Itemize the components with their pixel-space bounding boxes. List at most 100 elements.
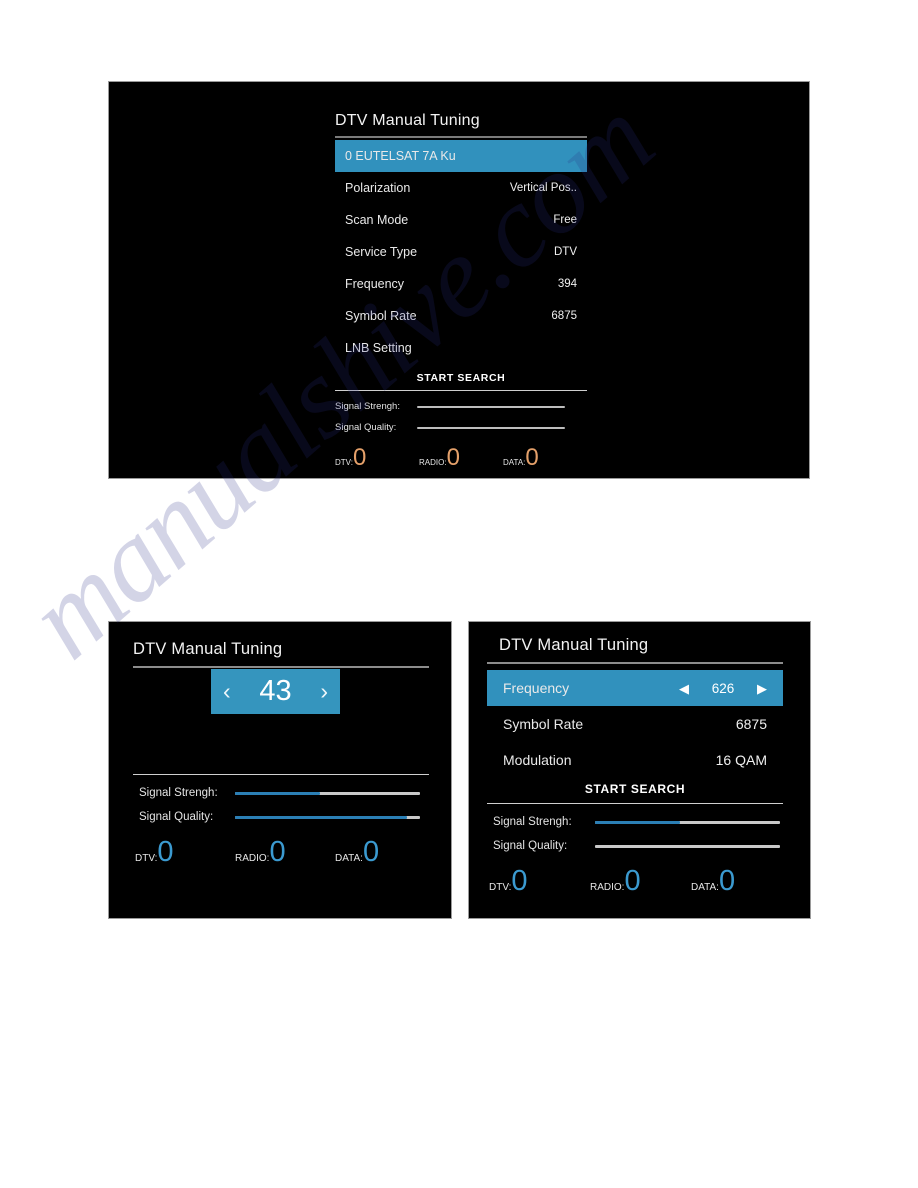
right-counter-radio-value: 0 [624,865,641,897]
counter-data-label: DATA: [503,458,526,467]
frequency-label: Frequency [345,277,405,291]
frequency-stepper[interactable]: ◀ 626 ▶ [679,681,767,696]
right-signal-strength-label: Signal Strengh: [493,816,572,828]
menu-row-satellite[interactable]: 0 EUTELSAT 7A Ku [335,140,587,172]
left-counter-data-label: DATA: [335,853,363,864]
start-search-button[interactable]: START SEARCH [335,372,587,384]
polarization-label: Polarization [345,181,411,195]
frequency-stepper-value: 626 [711,680,735,696]
left-signal-quality-track [235,815,420,819]
left-signal-strength-track [235,791,420,795]
counter-dtv-value: 0 [352,444,367,471]
left-signal-strength-label: Signal Strengh: [139,787,218,799]
main-tv-screen-panel: DTV Manual Tuning 0 EUTELSAT 7A Ku Polar… [108,81,810,479]
service-type-label: Service Type [345,245,418,259]
channel-counters: DTV: 0 RADIO: 0 DATA: 0 [335,444,587,471]
right-counter-data-label: DATA: [691,882,719,893]
signal-strength-meter: Signal Strengh: [335,401,587,412]
menu-row-frequency[interactable]: Frequency 394 [335,268,587,300]
right-signal-quality-track [595,844,780,848]
left-signal-quality-fill [235,815,408,819]
left-counter-dtv: DTV: 0 [135,836,235,868]
right-modulation-value: 16 QAM [715,752,767,768]
right-start-search-button[interactable]: START SEARCH [487,782,783,796]
chevron-right-icon[interactable]: › [320,680,328,703]
left-signal-quality-label: Signal Quality: [139,811,214,823]
right-counter-dtv: DTV: 0 [489,865,590,897]
left-counter-data: DATA: 0 [335,836,435,868]
channel-number-stepper[interactable]: ‹ 43 › [211,669,340,714]
right-page-title: DTV Manual Tuning [499,636,649,654]
counter-data-value: 0 [525,444,539,471]
signal-strength-track [417,405,565,408]
right-counter-data: DATA: 0 [691,865,792,897]
section-divider [335,390,587,391]
right-menu-row-symbol-rate[interactable]: Symbol Rate 6875 [487,706,783,742]
chevron-left-icon[interactable]: ‹ [223,680,231,703]
lnb-setting-label: LNB Setting [345,341,412,355]
signal-quality-label: Signal Quality: [335,422,397,433]
right-modulation-label: Modulation [503,752,572,768]
counter-radio-label: RADIO: [419,458,447,467]
left-signal-strength-fill [235,791,321,795]
right-counter-dtv-label: DTV: [489,882,512,893]
title-divider [335,136,587,138]
triangle-right-icon[interactable]: ▶ [757,682,767,695]
menu-row-polarization[interactable]: Polarization Vertical Pos.. [335,172,587,204]
right-signal-strength-meter: Signal Strengh: [493,816,810,828]
menu-row-lnb-setting[interactable]: LNB Setting [335,332,587,364]
service-type-value: DTV [554,246,577,258]
counter-radio: RADIO: 0 [419,444,503,471]
right-counter-dtv-value: 0 [511,865,528,897]
menu-row-service-type[interactable]: Service Type DTV [335,236,587,268]
page-title: DTV Manual Tuning [335,112,480,129]
left-counter-dtv-value: 0 [157,836,174,868]
counter-radio-value: 0 [446,444,460,471]
right-counter-radio-label: RADIO: [590,882,625,893]
right-menu-row-modulation[interactable]: Modulation 16 QAM [487,742,783,778]
scan-mode-value: Free [553,214,577,226]
menu-row-symbol-rate[interactable]: Symbol Rate 6875 [335,300,587,332]
right-menu-row-frequency[interactable]: Frequency ◀ 626 ▶ [487,670,783,706]
left-page-title: DTV Manual Tuning [133,640,283,658]
right-signal-strength-fill [595,820,681,824]
right-section-divider [487,803,783,804]
right-signal-quality-meter: Signal Quality: [493,840,810,852]
right-counter-radio: RADIO: 0 [590,865,691,897]
left-channel-counters: DTV: 0 RADIO: 0 DATA: 0 [135,836,435,868]
stepper-value: 43 [259,675,292,707]
left-counter-data-value: 0 [362,836,380,868]
frequency-value: 394 [557,278,577,290]
right-title-divider [487,662,783,664]
left-tv-screen-panel: DTV Manual Tuning Signal Strengh: Signal… [108,621,452,919]
left-counter-dtv-label: DTV: [135,853,158,864]
left-counter-radio-label: RADIO: [235,853,270,864]
signal-strength-label: Signal Strengh: [335,401,400,412]
right-signal-strength-track [595,820,780,824]
counter-dtv-label: DTV: [335,458,353,467]
scan-mode-label: Scan Mode [345,213,409,227]
page-root: DTV Manual Tuning 0 EUTELSAT 7A Ku Polar… [0,0,918,1188]
right-menu-rows: Frequency ◀ 626 ▶ Symbol Rate 6875 Modul… [487,670,783,778]
left-counter-radio-value: 0 [269,836,286,868]
polarization-value: Vertical Pos.. [509,182,577,194]
right-symbol-rate-label: Symbol Rate [503,716,584,732]
main-menu-container: DTV Manual Tuning 0 EUTELSAT 7A Ku Polar… [335,112,587,469]
right-tv-screen-panel: DTV Manual Tuning Frequency ◀ 626 ▶ Symb… [468,621,811,919]
right-symbol-rate-value: 6875 [735,716,767,732]
triangle-left-icon[interactable]: ◀ [679,682,689,695]
signal-quality-track [417,426,565,429]
right-channel-counters: DTV: 0 RADIO: 0 DATA: 0 [489,865,794,897]
signal-quality-meter: Signal Quality: [335,422,587,433]
symbol-rate-label: Symbol Rate [345,309,417,323]
right-frequency-label: Frequency [503,680,570,696]
left-counter-radio: RADIO: 0 [235,836,335,868]
left-section-divider [133,774,429,775]
satellite-label: 0 EUTELSAT 7A Ku [345,149,456,163]
counter-data: DATA: 0 [503,444,587,471]
left-signal-strength-meter: Signal Strengh: [139,787,451,799]
symbol-rate-value: 6875 [551,310,577,322]
right-counter-data-value: 0 [718,865,736,897]
right-signal-quality-label: Signal Quality: [493,840,568,852]
menu-row-scan-mode[interactable]: Scan Mode Free [335,204,587,236]
